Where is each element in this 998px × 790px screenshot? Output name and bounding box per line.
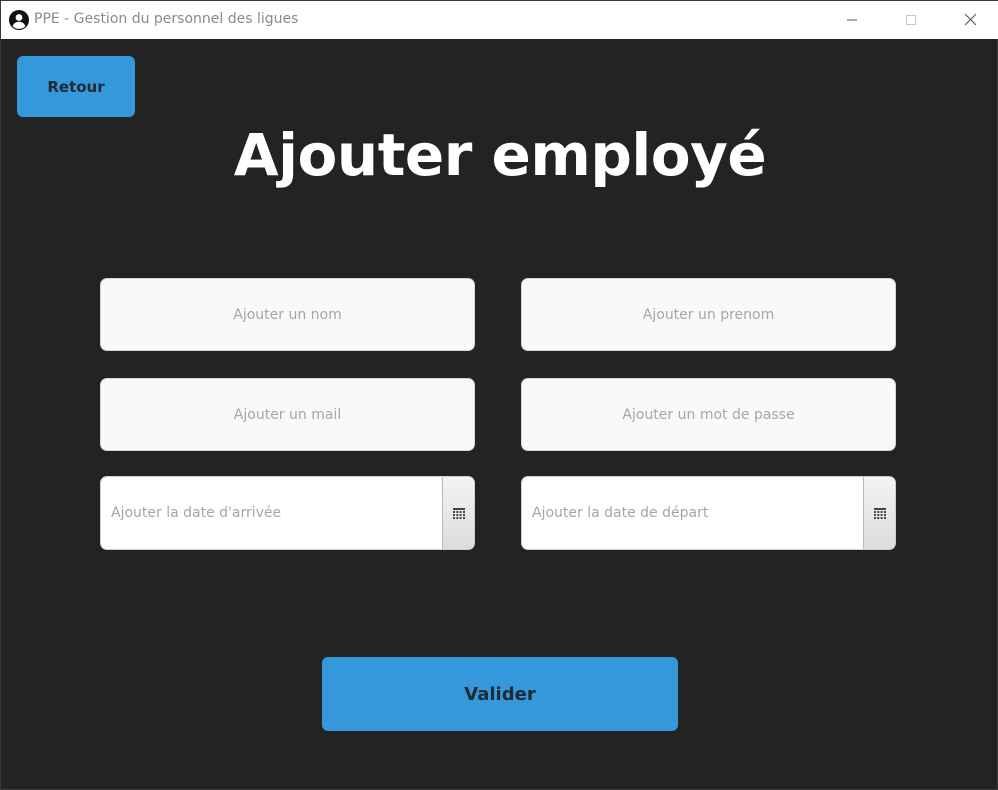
page-title: Ajouter employé — [233, 121, 767, 189]
password-field[interactable] — [522, 379, 895, 450]
last-name-field[interactable] — [101, 279, 474, 350]
calendar-icon — [452, 504, 465, 523]
email-field-container — [100, 378, 475, 451]
minimize-icon — [846, 11, 858, 30]
user-circle-icon — [9, 10, 29, 30]
close-icon — [964, 11, 977, 30]
last-name-field-container — [100, 278, 475, 351]
close-button[interactable] — [941, 1, 998, 39]
arrival-date-picker — [100, 476, 475, 550]
arrival-date-picker-button[interactable] — [442, 477, 474, 549]
minimize-button[interactable] — [823, 1, 881, 39]
departure-date-input[interactable] — [522, 477, 865, 549]
window-title: PPE - Gestion du personnel des ligues — [34, 11, 299, 27]
arrival-date-input[interactable] — [101, 477, 444, 549]
submit-button[interactable]: Valider — [322, 657, 678, 731]
maximize-icon — [905, 11, 917, 30]
email-field[interactable] — [101, 379, 474, 450]
departure-date-picker — [521, 476, 896, 550]
first-name-field-container — [521, 278, 896, 351]
calendar-icon — [873, 504, 886, 523]
maximize-button[interactable] — [882, 1, 940, 39]
first-name-field[interactable] — [522, 279, 895, 350]
password-field-container — [521, 378, 896, 451]
departure-date-picker-button[interactable] — [863, 477, 895, 549]
title-bar[interactable]: PPE - Gestion du personnel des ligues — [1, 1, 998, 39]
app-window: PPE - Gestion du personnel des ligues Re… — [0, 0, 998, 790]
back-button[interactable]: Retour — [17, 56, 135, 117]
